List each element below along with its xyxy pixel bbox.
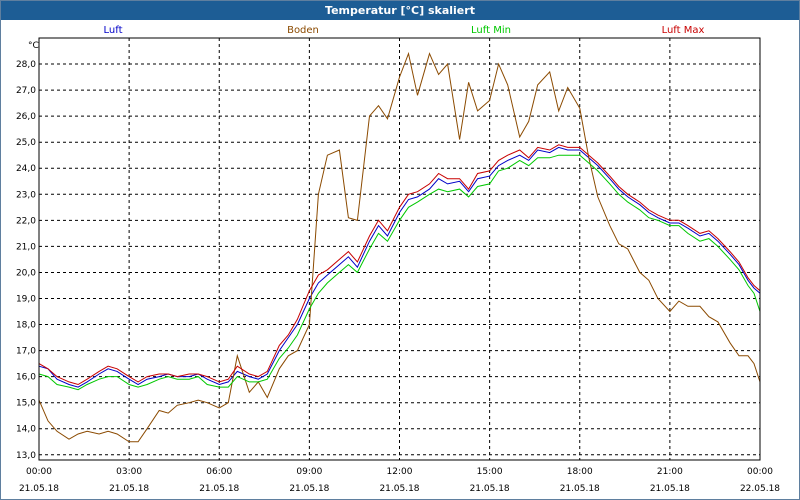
x-tick-time: 00:00 xyxy=(747,467,773,477)
y-tick-label: 20,0 xyxy=(16,268,36,278)
x-tick-date: 21.05.18 xyxy=(199,484,239,494)
y-tick-label: 24,0 xyxy=(16,164,36,174)
legend: Luft Boden Luft Min Luft Max xyxy=(104,25,705,36)
y-tick-label: 14,0 xyxy=(16,425,36,435)
y-axis-ticks: 13,0 14,0 15,0 16,0 17,0 18,0 19,0 20,0 21,0 22,0… xyxy=(16,60,36,461)
y-tick-label: 13,0 xyxy=(16,451,36,461)
y-tick-label: 15,0 xyxy=(16,399,36,409)
y-tick-label: 17,0 xyxy=(16,347,36,357)
series-line xyxy=(38,144,761,386)
y-tick-label: 19,0 xyxy=(16,294,36,304)
y-tick-label: 27,0 xyxy=(16,86,36,96)
x-tick-date: 21.05.18 xyxy=(560,484,600,494)
legend-entry: Boden xyxy=(287,25,319,36)
y-axis-unit-label: °C xyxy=(28,41,39,51)
x-tick-time: 18:00 xyxy=(567,467,593,477)
y-tick-label: 18,0 xyxy=(16,321,36,331)
x-tick-time: 06:00 xyxy=(206,467,232,477)
grid xyxy=(39,38,760,460)
x-tick-date: 21.05.18 xyxy=(650,484,690,494)
x-tick-date: 21.05.18 xyxy=(470,484,510,494)
x-tick-date: 21.05.18 xyxy=(19,484,59,494)
x-tick-time: 15:00 xyxy=(477,467,503,477)
legend-entry: Luft Min xyxy=(471,25,511,36)
x-tick-time: 12:00 xyxy=(387,467,413,477)
y-tick-label: 22,0 xyxy=(16,216,36,226)
y-tick-label: 25,0 xyxy=(16,138,36,148)
y-tick-label: 23,0 xyxy=(16,190,36,200)
x-tick-date: 21.05.18 xyxy=(109,484,149,494)
x-tick-time: 09:00 xyxy=(296,467,322,477)
temperature-chart: Luft Boden Luft Min Luft Max °C 13,0 14,0 15,… xyxy=(16,25,780,494)
x-tick-date: 21.05.18 xyxy=(379,484,419,494)
y-tick-label: 28,0 xyxy=(16,60,36,70)
legend-entry: Luft Max xyxy=(662,25,705,36)
x-tick-date: 21.05.18 xyxy=(289,484,329,494)
y-tick-label: 21,0 xyxy=(16,242,36,252)
y-tick-label: 16,0 xyxy=(16,373,36,383)
x-tick-date: 22.05.18 xyxy=(740,484,780,494)
legend-entry: Luft xyxy=(104,25,123,36)
x-axis-ticks: 00:00 21.05.18 03:00 21.05.18 06:00 21.05.18 0… xyxy=(19,467,780,494)
y-tick-label: 26,0 xyxy=(16,112,36,122)
x-tick-time: 00:00 xyxy=(26,467,52,477)
x-tick-time: 21:00 xyxy=(657,467,683,477)
x-tick-time: 03:00 xyxy=(116,467,142,477)
